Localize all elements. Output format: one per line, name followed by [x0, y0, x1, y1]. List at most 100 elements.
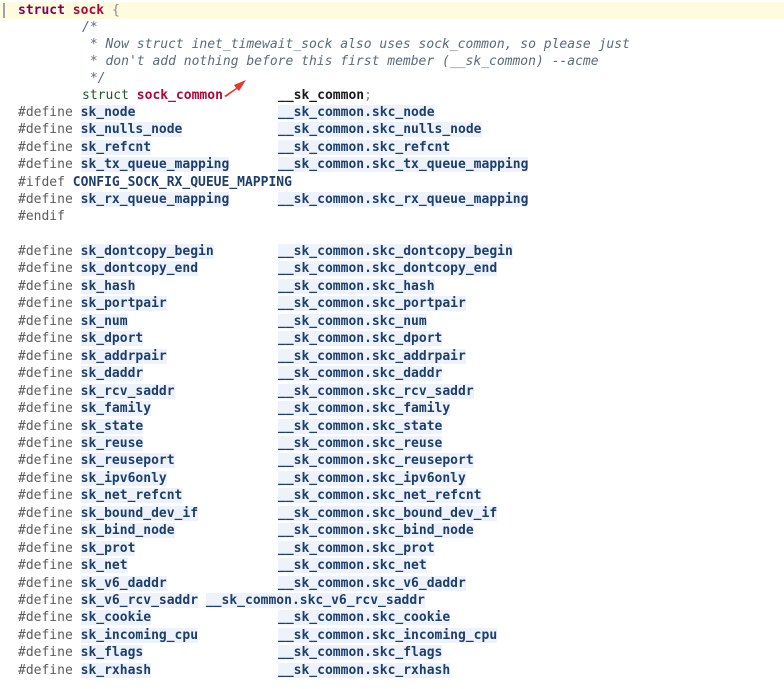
define-line[interactable]: #define sk_reuse __sk_common.skc_reuse	[0, 435, 784, 452]
macro-value: __sk_common.skc_num	[278, 313, 427, 329]
define-line[interactable]: #define sk_dport __sk_common.skc_dport	[0, 330, 784, 347]
macro-value: __sk_common.skc_node	[278, 105, 435, 120]
macro-name: sk_state	[80, 418, 144, 434]
macro-name: sk_dport	[80, 331, 144, 347]
define-line[interactable]: #define sk_node __sk_common.skc_node	[0, 104, 784, 121]
preprocessor-directive: #define	[18, 662, 73, 678]
macro-value: __sk_common.skc_dontcopy_end	[278, 261, 498, 277]
preprocessor-directive: #define	[18, 435, 73, 451]
define-line[interactable]: #define sk_state __sk_common.skc_state	[0, 418, 784, 435]
define-line[interactable]: #define sk_family __sk_common.skc_family	[0, 400, 784, 417]
comment-line: * don't add nothing before this first me…	[82, 54, 599, 69]
macro-value: __sk_common.skc_daddr	[278, 366, 443, 382]
define-line[interactable]: #define sk_cookie __sk_common.skc_cookie	[0, 609, 784, 626]
macro-name: sk_ipv6only	[80, 470, 167, 486]
code-line[interactable]: #ifdef CONFIG_SOCK_RX_QUEUE_MAPPING	[0, 174, 784, 191]
macro-value: __sk_common.skc_bound_dev_if	[278, 505, 498, 521]
preprocessor-directive: #define	[18, 558, 73, 574]
macro-name: sk_incoming_cpu	[80, 627, 199, 643]
macro-name: sk_dontcopy_end	[80, 261, 199, 277]
macro-value: __sk_common.skc_cookie	[278, 610, 451, 626]
code-line[interactable]: struct sock {	[0, 2, 784, 19]
define-line[interactable]: #define sk_bind_node __sk_common.skc_bind…	[0, 522, 784, 539]
macro-name: sk_net	[80, 558, 128, 574]
define-line[interactable]: #define sk_refcnt __sk_common.skc_refcnt	[0, 139, 784, 156]
define-line[interactable]: #define sk_bound_dev_if __sk_common.skc_b…	[0, 505, 784, 522]
macro-value: __sk_common.skc_v6_daddr	[278, 575, 466, 591]
code-line[interactable]: struct sock_common __sk_common;	[0, 87, 784, 104]
preprocessor-directive: #define	[18, 313, 73, 329]
code-line[interactable]: /*	[0, 19, 784, 36]
code-line[interactable]: #endif	[0, 208, 784, 225]
define-line[interactable]: #define sk_net_refcnt __sk_common.skc_net…	[0, 487, 784, 504]
macro-name: sk_nulls_node	[80, 122, 183, 138]
preprocessor-directive: #define	[18, 645, 73, 661]
preprocessor-directive: #ifdef	[18, 175, 65, 190]
define-line[interactable]: #define sk_dontcopy_end __sk_common.skc_d…	[0, 260, 784, 277]
define-line[interactable]: #define sk_num __sk_common.skc_num	[0, 313, 784, 330]
macro-value: __sk_common.skc_addrpair	[278, 348, 466, 364]
define-line[interactable]: #define sk_v6_daddr __sk_common.skc_v6_da…	[0, 575, 784, 592]
macro-value: __sk_common.skc_net	[278, 558, 427, 574]
define-line[interactable]: #define sk_net __sk_common.skc_net	[0, 557, 784, 574]
preprocessor-directive: #define	[18, 296, 73, 312]
define-line[interactable]: #define sk_daddr __sk_common.skc_daddr	[0, 365, 784, 382]
macro-value: __sk_common.skc_portpair	[278, 296, 466, 312]
macro-value: __sk_common.skc_incoming_cpu	[278, 627, 498, 643]
macro-name: sk_cookie	[80, 610, 152, 626]
macro-name: sk_node	[80, 105, 136, 120]
code-line[interactable]: * don't add nothing before this first me…	[0, 53, 784, 70]
define-line[interactable]: #define sk_hash __sk_common.skc_hash	[0, 278, 784, 295]
preprocessor-directive: #define	[18, 122, 73, 138]
define-line[interactable]: #define sk_rxhash __sk_common.skc_rxhash	[0, 662, 784, 679]
macro-value: __sk_common.skc_net_refcnt	[278, 488, 482, 504]
annotation-arrow-icon	[224, 80, 246, 97]
keyword-struct: struct	[18, 3, 65, 18]
define-line[interactable]: #define sk_rcv_saddr __sk_common.skc_rcv_…	[0, 383, 784, 400]
define-line[interactable]: #define sk_nulls_node __sk_common.skc_nul…	[0, 121, 784, 138]
config-macro: CONFIG_SOCK_RX_QUEUE_MAPPING	[72, 175, 292, 190]
macro-name: sk_reuse	[80, 435, 144, 451]
code-line[interactable]: #define sk_rx_queue_mapping __sk_common.…	[0, 191, 784, 208]
preprocessor-directive: #define	[18, 505, 73, 521]
macro-value: __sk_common.skc_reuseport	[278, 453, 474, 469]
code-line[interactable]: */	[0, 70, 784, 87]
macro-name: sk_v6_daddr	[80, 575, 167, 591]
define-line[interactable]: #define sk_portpair __sk_common.skc_portp…	[0, 295, 784, 312]
define-line[interactable]: #define sk_ipv6only __sk_common.skc_ipv6o…	[0, 470, 784, 487]
macro-name: sk_rcv_saddr	[80, 383, 175, 399]
preprocessor-directive: #define	[18, 244, 73, 259]
macro-value: __sk_common.skc_bind_node	[278, 523, 474, 539]
macro-name: sk_rxhash	[80, 662, 152, 678]
semicolon: ;	[364, 88, 372, 103]
preprocessor-directive: #define	[18, 157, 73, 173]
macro-name: sk_v6_rcv_saddr	[80, 593, 199, 608]
preprocessor-directive: #define	[18, 383, 73, 399]
macro-name: sk_bound_dev_if	[80, 505, 199, 521]
code-line[interactable]: * Now struct inet_timewait_sock also use…	[0, 36, 784, 53]
preprocessor-directive: #define	[18, 139, 73, 155]
preprocessor-directive: #define	[18, 348, 73, 364]
macro-value: __sk_common.skc_v6_rcv_saddr	[205, 593, 426, 608]
define-line[interactable]: #define sk_reuseport __sk_common.skc_reus…	[0, 452, 784, 469]
preprocessor-directive: #define	[18, 261, 73, 277]
define-line[interactable]: #define sk_flags __sk_common.skc_flags	[0, 644, 784, 661]
macro-value: __sk_common.skc_rxhash	[278, 662, 451, 678]
define-line[interactable]: #define sk_tx_queue_mapping __sk_common.s…	[0, 156, 784, 173]
define-line[interactable]: #define sk_dontcopy_begin __sk_common.skc…	[0, 243, 784, 260]
macro-name: sk_dontcopy_begin	[80, 244, 214, 259]
define-line[interactable]: #define sk_v6_rcv_saddr __sk_common.skc_…	[0, 592, 784, 609]
macro-value: __sk_common.skc_rx_queue_mapping	[278, 192, 529, 207]
define-line[interactable]: #define sk_incoming_cpu __sk_common.skc_i…	[0, 627, 784, 644]
comment-line: * Now struct inet_timewait_sock also use…	[82, 37, 630, 52]
open-brace: {	[111, 3, 120, 18]
define-line[interactable]: #define sk_addrpair __sk_common.skc_addrp…	[0, 348, 784, 365]
macro-name: sk_family	[80, 401, 152, 417]
preprocessor-directive: #define	[18, 488, 73, 504]
preprocessor-directive: #define	[18, 627, 73, 643]
define-line[interactable]: #define sk_prot __sk_common.skc_prot	[0, 540, 784, 557]
code-editor[interactable]: struct sock { /* * Now struct inet_timew…	[0, 0, 784, 689]
macro-value: __sk_common.skc_tx_queue_mapping	[278, 157, 529, 173]
macro-value: __sk_common.skc_dontcopy_begin	[278, 244, 513, 259]
macro-name: sk_net_refcnt	[80, 488, 183, 504]
